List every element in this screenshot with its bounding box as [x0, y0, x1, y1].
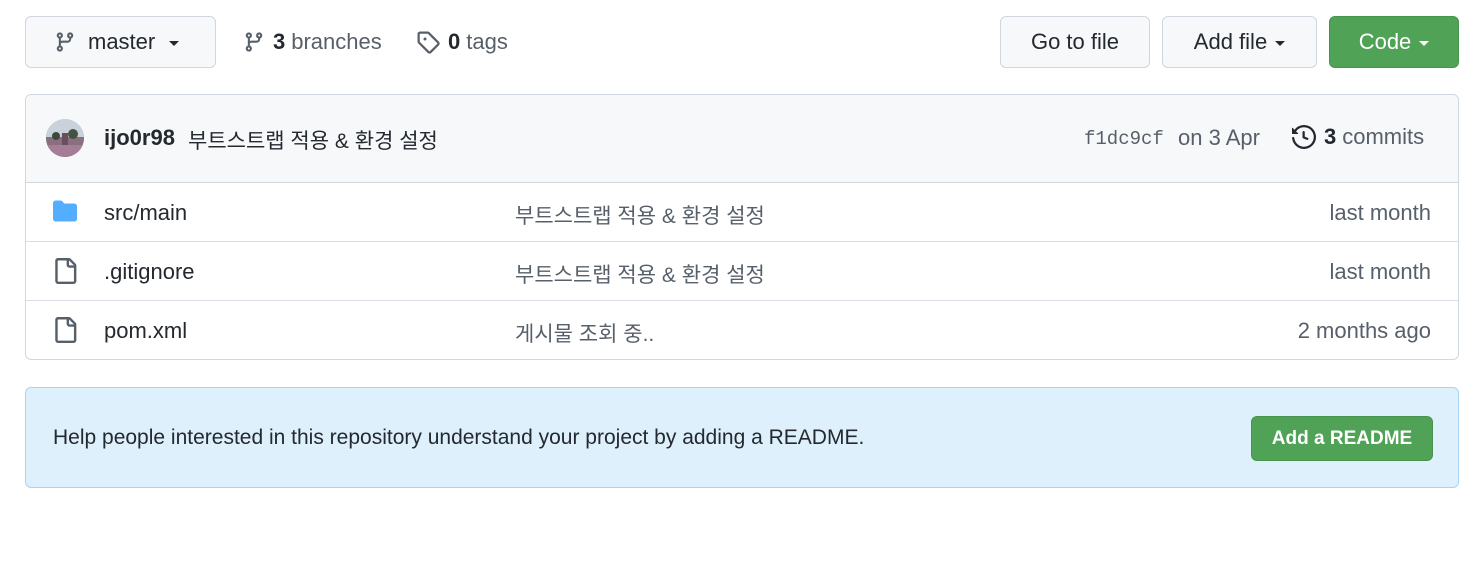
branch-name: master [88, 29, 156, 54]
go-to-file-button[interactable]: Go to file [1000, 16, 1150, 68]
commits-label: commits [1342, 124, 1425, 149]
readme-prompt-text: Help people interested in this repositor… [53, 426, 865, 449]
file-row[interactable]: .gitignore 부트스트랩 적용 & 환경 설정 last month [26, 241, 1458, 300]
caret-down-icon [1275, 41, 1286, 46]
file-name-link[interactable]: .gitignore [104, 259, 195, 285]
git-branch-icon [243, 30, 265, 54]
file-age: last month [1329, 200, 1432, 225]
file-commit-message-link[interactable]: 게시물 조회 중.. [515, 318, 654, 348]
caret-down-icon [1419, 41, 1430, 46]
code-label: Code [1358, 29, 1412, 54]
commit-message-link[interactable]: 부트스트랩 적용 & 환경 설정 [188, 125, 438, 155]
file-icon [52, 258, 78, 284]
commit-date: on 3 Apr [1178, 125, 1260, 150]
file-icon [52, 317, 78, 343]
file-name-link[interactable]: pom.xml [104, 318, 187, 344]
file-age: last month [1329, 259, 1432, 284]
tag-icon [416, 30, 440, 54]
file-name-link[interactable]: src/main [104, 200, 187, 226]
commit-author-link[interactable]: ijo0r98 [104, 125, 175, 151]
add-file-button[interactable]: Add file [1162, 16, 1317, 68]
commit-sha-link[interactable]: f1dc9cf [1084, 128, 1164, 150]
file-row[interactable]: src/main 부트스트랩 적용 & 환경 설정 last month [26, 183, 1458, 241]
avatar[interactable] [46, 119, 84, 157]
folder-icon [52, 199, 78, 223]
add-readme-button[interactable]: Add a README [1251, 416, 1433, 461]
latest-commit-bar: ijo0r98 부트스트랩 적용 & 환경 설정 f1dc9cf on 3 Ap… [26, 95, 1458, 183]
readme-prompt: Help people interested in this repositor… [25, 387, 1459, 488]
git-branch-icon [54, 30, 76, 54]
add-readme-label: Add a README [1271, 427, 1413, 449]
code-button[interactable]: Code [1329, 16, 1459, 68]
commits-count: 3 [1324, 124, 1337, 149]
tags-count: 0 [448, 29, 461, 54]
go-to-file-label: Go to file [1030, 29, 1120, 54]
commits-history-link[interactable]: 3 commits [1292, 124, 1424, 150]
file-age: 2 months ago [1297, 318, 1431, 343]
branches-link[interactable]: 3 branches [243, 16, 382, 68]
history-icon [1292, 125, 1316, 149]
caret-down-icon [169, 41, 180, 46]
branch-selector-button[interactable]: master [25, 16, 216, 68]
branches-label: branches [291, 29, 382, 54]
tags-label: tags [466, 29, 508, 54]
add-file-label: Add file [1193, 29, 1268, 54]
file-commit-message-link[interactable]: 부트스트랩 적용 & 환경 설정 [515, 259, 765, 289]
tags-link[interactable]: 0 tags [416, 16, 508, 68]
file-list-box: ijo0r98 부트스트랩 적용 & 환경 설정 f1dc9cf on 3 Ap… [25, 94, 1459, 360]
file-commit-message-link[interactable]: 부트스트랩 적용 & 환경 설정 [515, 200, 765, 230]
file-row[interactable]: pom.xml 게시물 조회 중.. 2 months ago [26, 300, 1458, 359]
branches-count: 3 [273, 29, 286, 54]
